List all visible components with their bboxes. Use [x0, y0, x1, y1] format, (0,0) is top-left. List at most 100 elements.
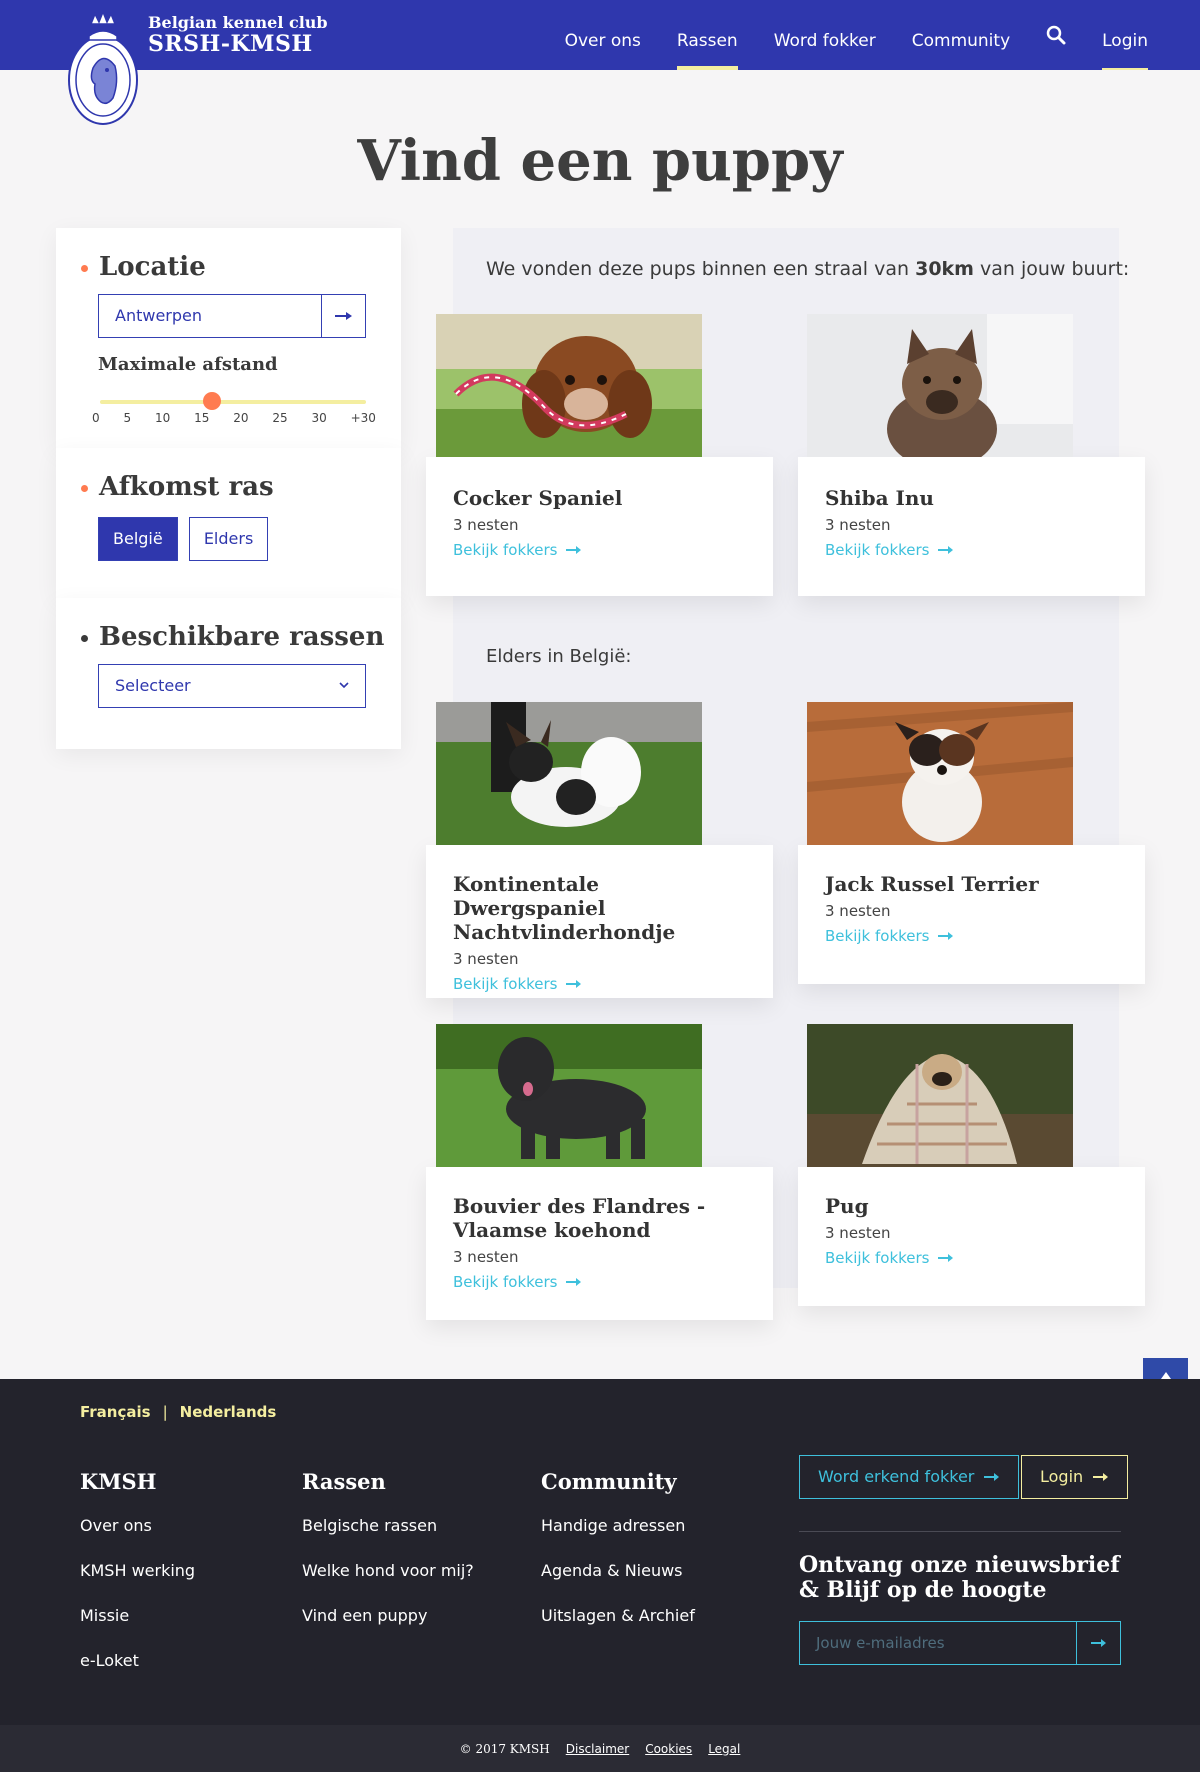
pug-photo[interactable]	[807, 1024, 1073, 1167]
distance-tick: 30	[311, 411, 327, 425]
legal-link[interactable]: Legal	[708, 1742, 740, 1756]
origin-option-elders[interactable]: Elders	[188, 517, 269, 561]
brand-line2: SRSH-KMSH	[148, 31, 313, 57]
breed-card[interactable]: Pug 3 nesten Bekijk fokkers	[798, 1167, 1145, 1306]
copyright: © 2017 KMSH	[459, 1741, 550, 1756]
nav-login-link[interactable]: Login	[1102, 0, 1148, 70]
breed-card[interactable]: Cocker Spaniel 3 nesten Bekijk fokkers	[426, 457, 773, 596]
arrow-right-icon	[334, 312, 352, 320]
footer-link[interactable]: Agenda & Nieuws	[541, 1561, 695, 1580]
footer-link[interactable]: Uitslagen & Archief	[541, 1606, 695, 1625]
location-input-value[interactable]: Antwerpen	[99, 295, 321, 337]
view-breeders-label: Bekijk fokkers	[825, 541, 930, 559]
results-radius: 30km	[915, 258, 974, 280]
lang-dutch[interactable]: Nederlands	[180, 1403, 277, 1421]
page-title: Vind een puppy	[357, 128, 843, 194]
view-breeders-label: Bekijk fokkers	[453, 541, 558, 559]
breed-card[interactable]: Jack Russel Terrier 3 nesten Bekijk fokk…	[798, 845, 1145, 984]
footer-login-button[interactable]: Login	[1021, 1455, 1129, 1499]
view-breeders-label: Bekijk fokkers	[453, 975, 558, 993]
breed-card[interactable]: Bouvier des Flandres - Vlaamse koehond 3…	[426, 1167, 773, 1320]
view-breeders-label: Bekijk fokkers	[825, 1249, 930, 1267]
breed-card-name: Pug	[825, 1194, 869, 1218]
elsewhere-heading: Elders in België:	[486, 646, 632, 667]
view-breeders-link[interactable]: Bekijk fokkers	[453, 1273, 753, 1291]
lang-french[interactable]: Français	[80, 1403, 151, 1421]
newsletter-submit-button[interactable]	[1076, 1622, 1120, 1664]
view-breeders-label: Bekijk fokkers	[453, 1273, 558, 1291]
top-navbar: Belgian kennel club SRSH-KMSH Over ons R…	[0, 0, 1200, 125]
nav-item-over-ons[interactable]: Over ons	[565, 0, 641, 70]
cocker-spaniel-photo[interactable]	[436, 314, 702, 457]
breed-card-count: 3 nesten	[453, 950, 519, 968]
nav-item-community[interactable]: Community	[912, 0, 1010, 70]
footer-column-heading: KMSH	[80, 1469, 157, 1494]
breed-card-name: Bouvier des Flandres - Vlaamse koehond	[453, 1194, 706, 1242]
filter-origin-panel: Afkomst ras België Elders	[56, 448, 401, 598]
breed-card[interactable]: Shiba Inu 3 nesten Bekijk fokkers	[798, 457, 1145, 596]
view-breeders-link[interactable]: Bekijk fokkers	[825, 927, 1039, 945]
location-input[interactable]: Antwerpen	[98, 294, 366, 338]
breed-select[interactable]: Selecteer	[98, 664, 366, 708]
disclaimer-link[interactable]: Disclaimer	[566, 1742, 629, 1756]
results-intro-suffix: van jouw buurt:	[973, 258, 1130, 280]
view-breeders-link[interactable]: Bekijk fokkers	[453, 541, 622, 559]
breed-card-count: 3 nesten	[453, 516, 519, 534]
kmsh-crest-logo[interactable]	[63, 10, 143, 128]
nav-item-word-fokker[interactable]: Word fokker	[774, 0, 876, 70]
filter-origin-heading: Afkomst ras	[81, 472, 274, 502]
breed-card-name: Cocker Spaniel	[453, 486, 623, 510]
arrow-right-icon	[984, 1473, 1000, 1481]
cookies-link[interactable]: Cookies	[645, 1742, 692, 1756]
footer-link[interactable]: e-Loket	[80, 1651, 195, 1670]
breed-card-count: 3 nesten	[453, 1248, 519, 1266]
become-breeder-label: Word erkend fokker	[818, 1467, 975, 1486]
distance-tick: +30	[350, 411, 376, 425]
distance-tick: 0	[92, 411, 100, 425]
become-breeder-button[interactable]: Word erkend fokker	[799, 1455, 1020, 1499]
arrow-right-icon	[1093, 1473, 1109, 1481]
filter-origin-heading-text: Afkomst ras	[99, 472, 274, 502]
footer-column-heading: Rassen	[302, 1469, 386, 1494]
lang-separator: |	[162, 1403, 168, 1421]
arrow-right-icon	[565, 546, 581, 554]
newsletter-heading: Ontvang onze nieuwsbrief & Blijf op de h…	[799, 1553, 1120, 1603]
filter-location-heading: Locatie	[81, 252, 206, 282]
newsletter-line2: & Blijf op de hoogte	[799, 1577, 1047, 1603]
distance-slider-handle[interactable]	[203, 392, 221, 410]
email-placeholder[interactable]: Jouw e-mailadres	[800, 1622, 1076, 1664]
footer-link[interactable]: Welke hond voor mij?	[302, 1561, 474, 1580]
view-breeders-link[interactable]: Bekijk fokkers	[825, 541, 954, 559]
footer-link[interactable]: Over ons	[80, 1516, 195, 1535]
newsletter-email-input[interactable]: Jouw e-mailadres	[799, 1621, 1121, 1665]
view-breeders-link[interactable]: Bekijk fokkers	[825, 1249, 954, 1267]
distance-ticks: 0 5 10 15 20 25 30 +30	[92, 411, 376, 425]
footer-link[interactable]: Handige adressen	[541, 1516, 695, 1535]
chevron-down-icon	[339, 682, 349, 689]
breed-card-count: 3 nesten	[825, 902, 891, 920]
breed-select-value: Selecteer	[115, 676, 191, 695]
brand-name[interactable]: Belgian kennel club SRSH-KMSH	[148, 14, 328, 57]
breed-card[interactable]: Kontinentale Dwergspaniel Nachtvlinderho…	[426, 845, 773, 998]
footer-link[interactable]: Missie	[80, 1606, 195, 1625]
orange-bullet-icon	[81, 485, 88, 492]
origin-option-belgie[interactable]: België	[98, 517, 178, 561]
location-submit-button[interactable]	[321, 295, 365, 337]
jack-russel-photo[interactable]	[807, 702, 1073, 845]
papillon-photo[interactable]	[436, 702, 702, 845]
nav-item-rassen[interactable]: Rassen	[676, 0, 738, 70]
view-breeders-link[interactable]: Bekijk fokkers	[453, 975, 753, 993]
distance-tick: 15	[194, 411, 210, 425]
filter-location-heading-text: Locatie	[99, 252, 206, 282]
footer-link[interactable]: Belgische rassen	[302, 1516, 474, 1535]
search-icon[interactable]	[1046, 25, 1066, 45]
distance-slider[interactable]	[100, 392, 366, 410]
newsletter-line1: Ontvang onze nieuwsbrief	[799, 1552, 1120, 1578]
filter-breeds-panel: Beschikbare rassen Selecteer	[56, 598, 401, 749]
bouvier-photo[interactable]	[436, 1024, 702, 1167]
footer-link[interactable]: KMSH werking	[80, 1561, 195, 1580]
footer-column-kmsh: KMSH Over ons KMSH werking Missie e-Loke…	[80, 1469, 195, 1696]
shiba-inu-photo[interactable]	[807, 314, 1073, 457]
footer-link[interactable]: Vind een puppy	[302, 1606, 474, 1625]
dark-bullet-icon	[81, 635, 88, 642]
